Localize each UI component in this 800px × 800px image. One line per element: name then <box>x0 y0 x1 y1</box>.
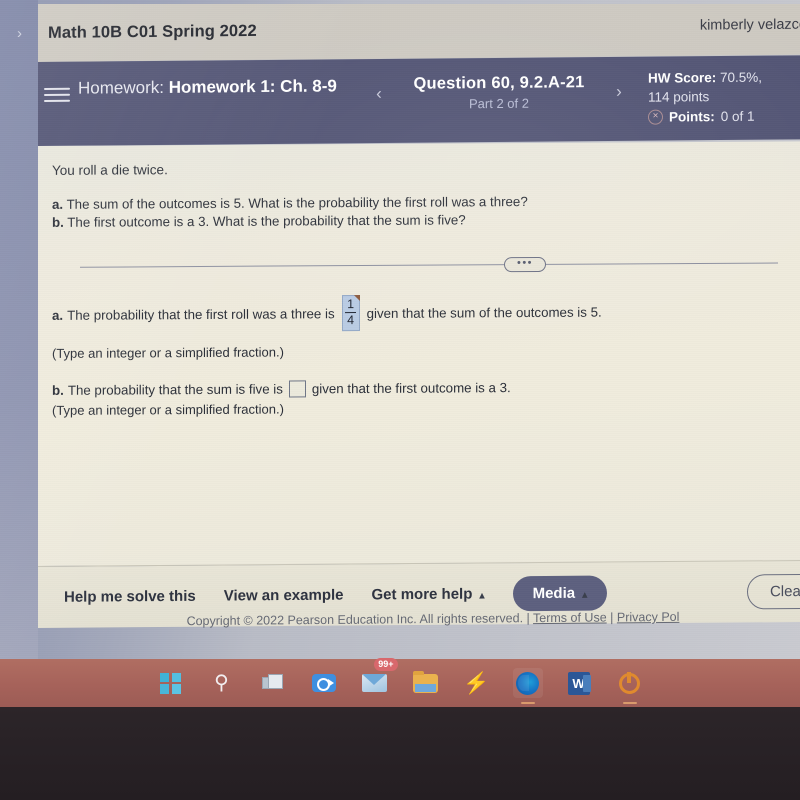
part-a-marker: a. <box>52 196 64 212</box>
taskbar-item-mail[interactable]: 99+ <box>360 658 398 698</box>
footer-separator: | <box>610 610 614 625</box>
taskbar-item-origin[interactable] <box>615 668 645 704</box>
course-title: Math 10B C01 Spring 2022 <box>48 21 257 42</box>
answer-b-marker: b. <box>52 383 64 399</box>
part-b-marker: b. <box>52 214 64 230</box>
hamburger-line <box>44 99 70 102</box>
media-button[interactable]: Media ▴ <box>512 575 608 612</box>
mathxl-page: Math 10B C01 Spring 2022 kimberly velazc… <box>38 4 800 644</box>
points-total: 114 points <box>648 89 710 105</box>
left-nav-rail: › <box>0 0 38 660</box>
taskbar-item-lightning-app[interactable]: ⚡ <box>462 668 492 698</box>
answer-a-marker: a. <box>52 307 64 323</box>
section-divider: ••• <box>52 254 782 274</box>
answer-row-b: b. The probability that the sum is five … <box>52 378 782 399</box>
next-question-arrow[interactable]: › <box>612 81 626 101</box>
answer-a-note: (Type an integer or a simplified fractio… <box>52 344 284 362</box>
answer-b-note: (Type an integer or a simplified fractio… <box>52 401 284 419</box>
taskbar-item-start[interactable] <box>156 668 186 698</box>
question-navigator: ‹ Question 60, 9.2.A-21 Part 2 of 2 › <box>372 73 626 112</box>
copyright-text: Copyright © 2022 Pearson Education Inc. … <box>186 611 530 629</box>
windows-taskbar: ⚲ 99+ ⚡ W <box>0 658 800 707</box>
media-label: Media <box>532 584 576 603</box>
homework-title: Homework: Homework 1: Ch. 8-9 <box>78 75 348 98</box>
lightning-bolt-icon: ⚡ <box>463 671 490 695</box>
course-bar: Math 10B C01 Spring 2022 kimberly velazc… <box>38 4 800 62</box>
fraction-denominator: 4 <box>347 313 355 328</box>
clear-all-button[interactable]: Clear all <box>746 573 800 610</box>
divider-line <box>80 262 778 268</box>
windows-logo-icon <box>160 672 181 694</box>
get-more-help-label: Get more help <box>371 585 473 604</box>
hamburger-line <box>44 87 70 90</box>
mail-unread-badge: 99+ <box>374 658 398 671</box>
question-parts-list: a. The sum of the outcomes is 5. What is… <box>52 191 782 230</box>
caret-up-icon: ▴ <box>479 590 485 602</box>
taskbar-item-edge[interactable] <box>512 668 543 704</box>
incorrect-x-icon: × <box>648 109 663 125</box>
taskbar-item-task-view[interactable] <box>258 668 288 698</box>
score-summary: HW Score: 70.5%, 114 points × Points: 0 … <box>648 68 762 127</box>
taskbar-item-search[interactable]: ⚲ <box>207 668 237 698</box>
get-more-help-button[interactable]: Get more help ▴ <box>371 585 485 604</box>
hw-score-label: HW Score: <box>648 70 717 86</box>
view-an-example-button[interactable]: View an example <box>224 587 344 605</box>
terms-of-use-link[interactable]: Terms of Use <box>533 610 607 625</box>
answer-a-lead: The probability that the first roll was … <box>67 305 335 323</box>
answer-a-fraction-input[interactable]: 1 4 <box>341 295 360 332</box>
taskbar-item-word[interactable]: W <box>564 668 594 698</box>
question-prompt: You roll a die twice. <box>52 162 168 178</box>
taskbar-item-zoom[interactable] <box>309 668 339 698</box>
hw-score-value: 70.5%, <box>720 69 763 86</box>
homework-toolbar: Homework: Homework 1: Ch. 8-9 ‹ Question… <box>38 55 800 146</box>
zoom-camera-icon <box>311 674 336 692</box>
folder-icon <box>413 670 438 693</box>
expand-rail-chevron-icon[interactable]: › <box>17 26 22 41</box>
taskbar-item-file-explorer[interactable] <box>411 668 441 698</box>
hw-score-row: HW Score: 70.5%, <box>648 68 762 88</box>
user-name[interactable]: kimberly velazco <box>700 17 800 34</box>
homework-assignment: Homework 1: Ch. 8-9 <box>168 76 337 97</box>
answer-a-tail: given that the sum of the outcomes is 5. <box>366 304 602 321</box>
origin-icon <box>619 671 640 694</box>
previous-question-arrow[interactable]: ‹ <box>372 83 386 103</box>
active-app-indicator <box>520 702 535 704</box>
answer-flag-icon <box>353 295 360 302</box>
privacy-policy-link[interactable]: Privacy Pol <box>617 610 680 625</box>
edge-browser-icon <box>516 671 539 695</box>
active-app-indicator <box>622 702 637 704</box>
photographed-screen: › Math 10B C01 Spring 2022 kimberly vela… <box>0 0 800 800</box>
hamburger-icon[interactable] <box>42 84 72 106</box>
homework-label: Homework: <box>78 77 164 98</box>
answer-b-lead: The probability that the sum is five is <box>67 381 283 399</box>
caret-up-icon: ▴ <box>582 589 588 601</box>
word-icon: W <box>567 671 591 695</box>
hamburger-line <box>44 93 70 96</box>
answer-b-tail: given that the first outcome is a 3. <box>311 380 511 397</box>
answer-b-input[interactable] <box>288 380 306 398</box>
question-title: Question 60, 9.2.A-21 <box>413 73 585 93</box>
part-a-text: The sum of the outcomes is 5. What is th… <box>66 194 528 212</box>
more-options-ellipsis-button[interactable]: ••• <box>504 256 546 273</box>
question-identity: Question 60, 9.2.A-21 Part 2 of 2 <box>404 73 594 112</box>
part-b-text: The first outcome is a 3. What is the pr… <box>67 211 466 230</box>
help-me-solve-this-button[interactable]: Help me solve this <box>64 588 196 606</box>
points-label: Points: <box>669 109 715 125</box>
question-content: You roll a die twice. a. The sum of the … <box>38 141 800 566</box>
mail-icon <box>362 674 387 692</box>
search-icon: ⚲ <box>214 672 229 694</box>
task-view-icon <box>261 674 284 692</box>
points-row: × Points: 0 of 1 <box>648 107 762 127</box>
points-value: 0 of 1 <box>720 108 755 125</box>
question-part: Part 2 of 2 <box>469 95 529 112</box>
monitor-bezel <box>0 707 800 800</box>
question-part-b: b. The first outcome is a 3. What is the… <box>52 209 782 231</box>
answer-row-a: a. The probability that the first roll w… <box>52 292 782 333</box>
